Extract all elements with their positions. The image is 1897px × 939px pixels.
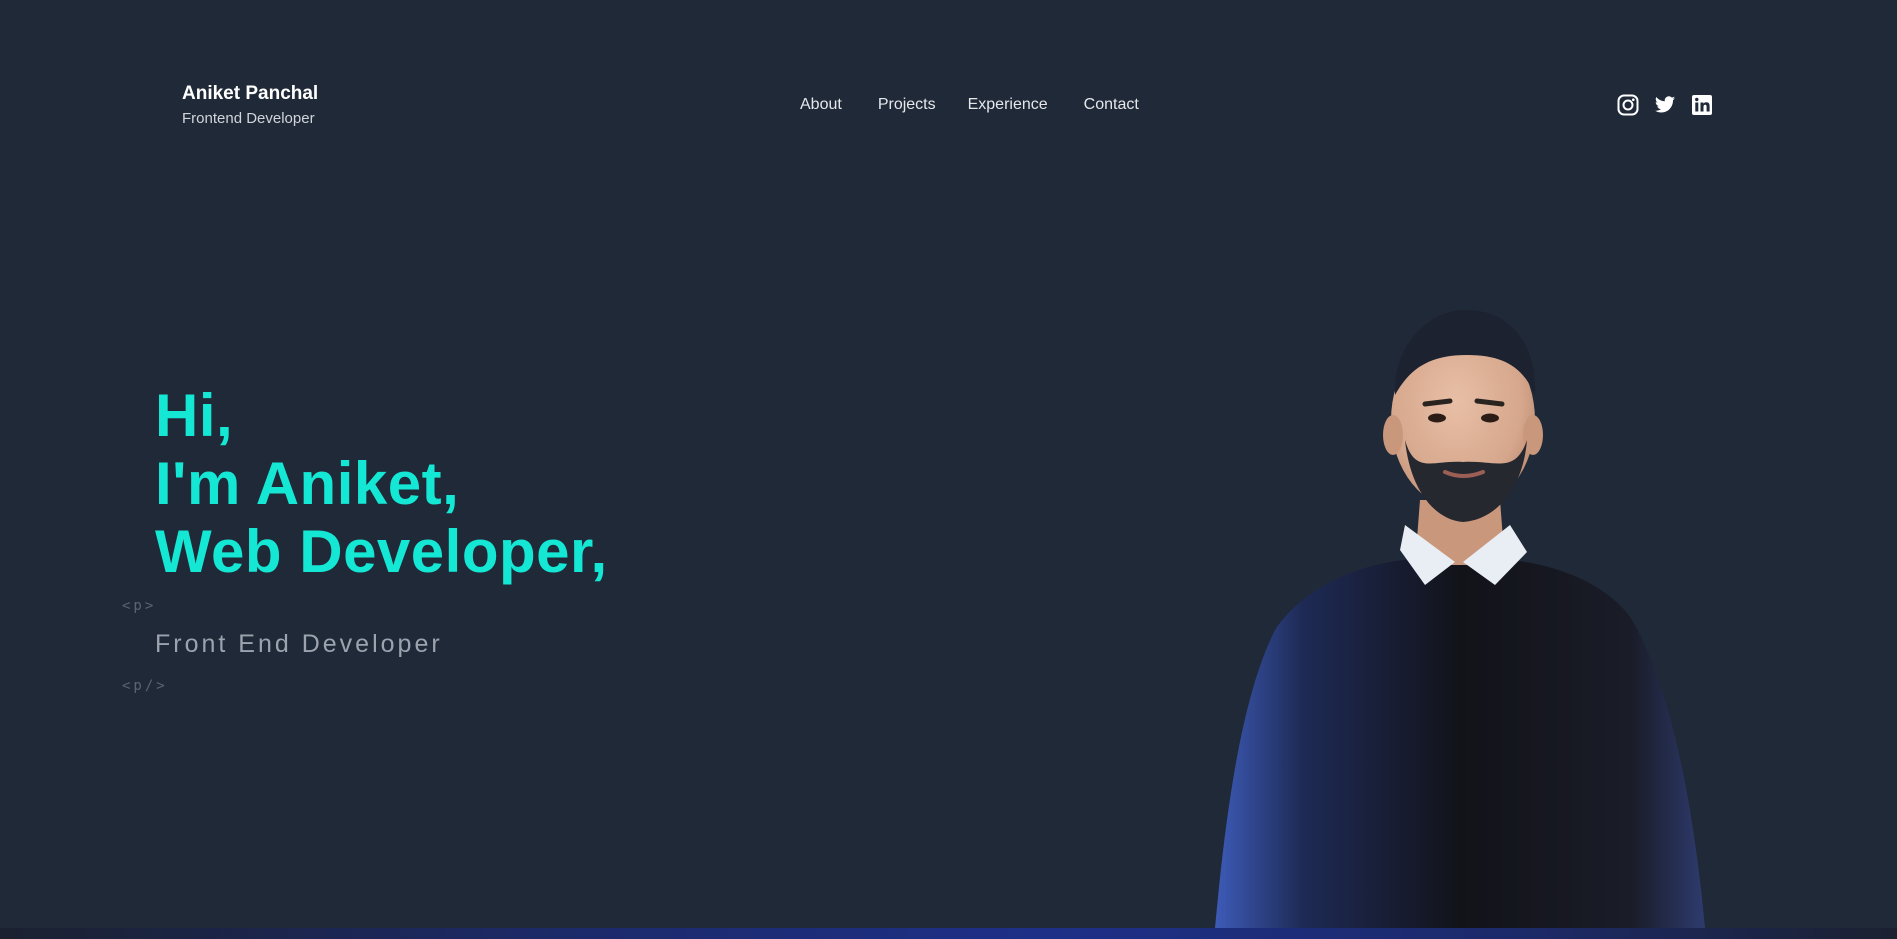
- instagram-icon[interactable]: [1617, 94, 1639, 116]
- code-tag-open: <p>: [122, 598, 157, 614]
- main-nav: About Projects Experience Contact: [800, 96, 1139, 114]
- hero-name: I'm Aniket,: [155, 450, 460, 517]
- hero-subtitle: Front End Developer: [155, 630, 443, 658]
- nav-experience-link[interactable]: Experience: [968, 96, 1048, 114]
- linkedin-icon[interactable]: [1691, 94, 1713, 116]
- brand-name: Aniket Panchal: [182, 83, 319, 104]
- social-links: [1617, 94, 1713, 116]
- portfolio-page: Aniket Panchal Frontend Developer About …: [0, 0, 1897, 939]
- brand-role: Frontend Developer: [182, 110, 315, 127]
- twitter-icon[interactable]: [1654, 94, 1676, 116]
- hero-greeting: Hi,: [155, 382, 234, 449]
- hero-role: Web Developer,: [155, 518, 608, 585]
- code-tag-close: <p/>: [122, 678, 168, 694]
- nav-contact-link[interactable]: Contact: [1084, 96, 1139, 114]
- 3d-avatar-image: [1205, 300, 1725, 928]
- hero-heading: Hi, I'm Aniket, Web Developer,: [155, 382, 608, 586]
- nav-about-link[interactable]: About: [800, 96, 842, 114]
- brand[interactable]: Aniket Panchal Frontend Developer: [182, 82, 318, 129]
- nav-projects-link[interactable]: Projects: [878, 96, 936, 114]
- bottom-strip: [0, 928, 1897, 939]
